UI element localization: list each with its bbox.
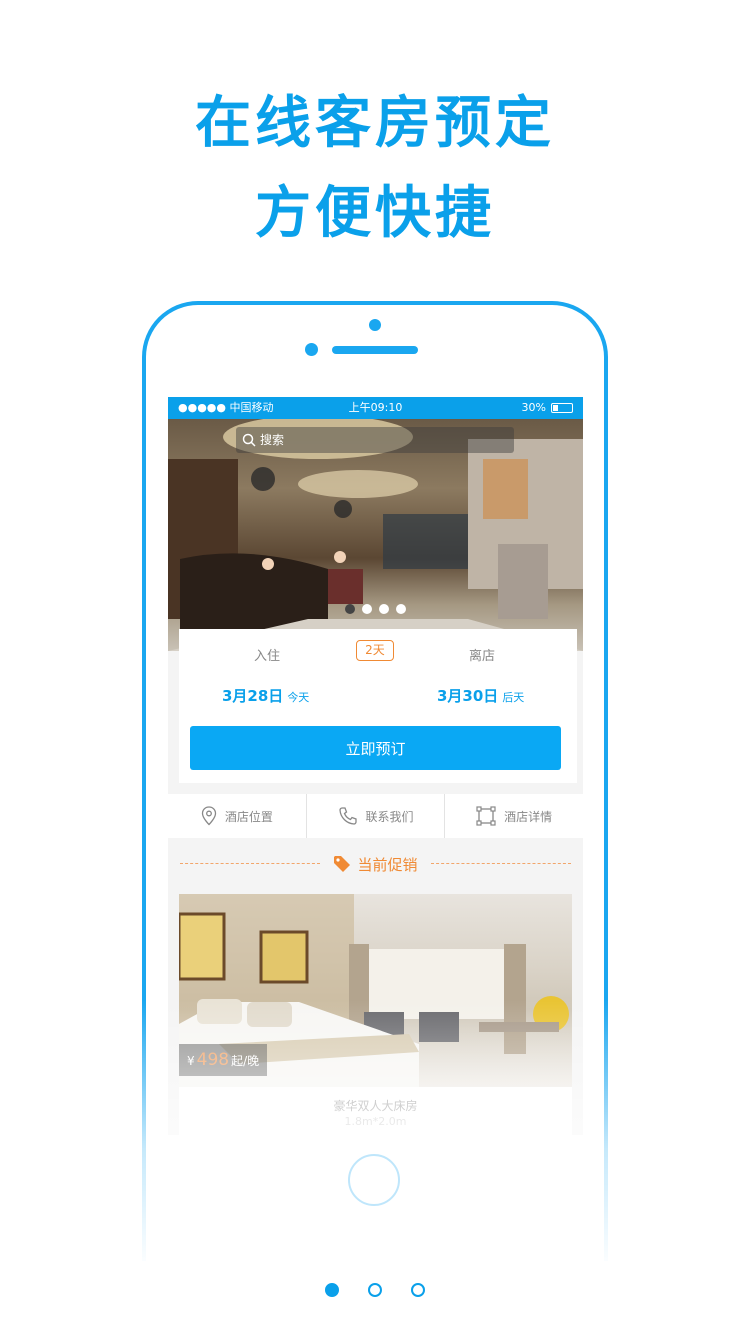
battery-icon (551, 403, 573, 413)
room-bed-size: 1.8m*2.0m (344, 1115, 407, 1128)
app-screen: ●●●●● 中国移动 上午09:10 30% 搜索 入住 2天 离店 3月28日… (168, 397, 583, 1135)
phone-home-button (348, 1154, 400, 1206)
carousel-dot[interactable] (379, 604, 389, 614)
price-unit: 起/晚 (231, 1054, 260, 1068)
page-dot[interactable] (325, 1283, 339, 1297)
page-dot[interactable] (368, 1283, 382, 1297)
room-image: ¥498 起/晚 (179, 894, 572, 1087)
search-placeholder: 搜索 (260, 433, 285, 447)
carousel-dot[interactable] (362, 604, 372, 614)
room-card[interactable]: ¥498 起/晚 豪华双人大床房 1.8m*2.0m (179, 894, 572, 1135)
nights-badge: 2天 (356, 640, 394, 661)
phone-camera (369, 319, 381, 331)
search-icon (242, 433, 256, 447)
hotel-actions-bar: 酒店位置 联系我们 酒店详情 (168, 794, 583, 838)
page-dot[interactable] (411, 1283, 425, 1297)
checkout-label: 离店 (469, 649, 496, 664)
checkout-day: 后天 (502, 691, 525, 704)
promotion-title: 当前促销 (357, 856, 418, 874)
action-label: 联系我们 (365, 809, 414, 824)
room-name: 豪华双人大床房 (333, 1099, 418, 1113)
headline-line-1: 在线客房预定 (195, 91, 555, 156)
battery-percent: 30% (521, 401, 546, 414)
currency-symbol: ¥ (187, 1054, 195, 1068)
room-price: 498 (196, 1050, 230, 1070)
promotion-header: 当前促销 (168, 849, 583, 879)
carousel-indicator (168, 604, 583, 614)
action-contact-us[interactable]: 联系我们 (307, 794, 446, 838)
status-bar: ●●●●● 中国移动 上午09:10 30% (168, 397, 583, 419)
action-label: 酒店位置 (224, 809, 273, 824)
phone-sensor (305, 343, 318, 356)
checkin-label: 入住 (254, 649, 281, 664)
action-hotel-details[interactable]: 酒店详情 (445, 794, 583, 838)
checkin-day: 今天 (287, 691, 310, 704)
booking-panel: 入住 2天 离店 3月28日 今天 3月30日 后天 立即预订 (179, 629, 577, 783)
price-tag: ¥498 起/晚 (179, 1044, 268, 1076)
lobby-illustration (168, 419, 583, 651)
tag-icon (334, 856, 351, 872)
search-bar[interactable]: 搜索 (236, 427, 514, 453)
hotel-lobby-image: 搜索 (168, 419, 583, 651)
carousel-dot[interactable] (345, 604, 355, 614)
action-hotel-location[interactable]: 酒店位置 (168, 794, 307, 838)
phone-icon (338, 807, 357, 825)
book-now-button[interactable]: 立即预订 (190, 726, 561, 770)
checkin-date[interactable]: 3月28日 今天 (222, 685, 309, 706)
phone-speaker (332, 346, 418, 354)
checkout-date[interactable]: 3月30日 后天 (437, 685, 524, 706)
headline-line-2: 方便快捷 (255, 181, 495, 246)
checkout-date-text: 3月30日 (437, 687, 499, 705)
carousel-dot[interactable] (396, 604, 406, 614)
page-indicator (0, 1283, 750, 1297)
location-pin-icon (201, 806, 216, 826)
action-label: 酒店详情 (504, 809, 553, 824)
details-frame-icon (476, 806, 496, 826)
checkin-date-text: 3月28日 (222, 687, 284, 705)
